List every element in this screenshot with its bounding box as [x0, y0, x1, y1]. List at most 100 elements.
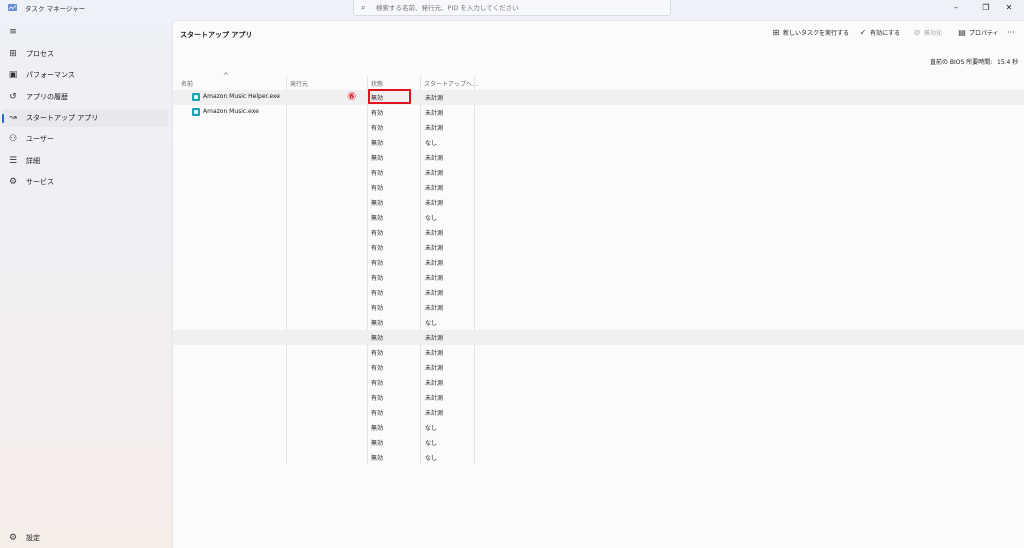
startup-impact-cell: なし	[425, 215, 438, 222]
restore-button[interactable]: ❐	[976, 1, 996, 14]
settings-icon: ⚙	[8, 533, 18, 543]
sidebar-item-users[interactable]: ⚇ ユーザー	[2, 130, 168, 148]
sidebar-item-app-history[interactable]: ↺ アプリの履歴	[2, 88, 168, 106]
status-cell: 有効	[371, 170, 384, 177]
startup-impact-cell: なし	[425, 440, 438, 447]
startup-impact-cell: 未計測	[425, 410, 444, 417]
sidebar-item-startup-apps[interactable]: ↝ スタートアップ アプリ	[2, 109, 168, 127]
status-cell: 有効	[371, 350, 384, 357]
hamburger-icon: ≡	[9, 27, 17, 37]
table-row[interactable]: 有効 未計測	[173, 375, 1024, 390]
sidebar-item-label: 設定	[26, 534, 40, 542]
table-row[interactable]: 有効 未計測	[173, 255, 1024, 270]
highlight-box	[368, 89, 411, 104]
sidebar-item-label: 詳細	[26, 157, 40, 165]
enable-button[interactable]: ✓ 有効にする	[858, 28, 900, 42]
search-box[interactable]: ⌕	[353, 0, 671, 16]
search-input[interactable]	[376, 3, 666, 13]
startup-impact-cell: 未計測	[425, 275, 444, 282]
column-header-startup-impact[interactable]: スタートアップへ...	[424, 79, 478, 88]
status-cell: 無効	[371, 200, 384, 207]
disable-button[interactable]: ⊘ 無効化	[912, 28, 942, 42]
table-row[interactable]: 無効 なし	[173, 450, 1024, 465]
details-icon: ☰	[8, 156, 18, 166]
sidebar-item-details[interactable]: ☰ 詳細	[2, 152, 168, 170]
status-cell: 有効	[371, 410, 384, 417]
table-row[interactable]: 無効 未計測	[173, 330, 1024, 345]
table-row[interactable]: 無効 未計測	[173, 195, 1024, 210]
startup-impact-cell: 未計測	[425, 350, 444, 357]
startup-impact-cell: 未計測	[425, 185, 444, 192]
more-icon: ···	[1007, 28, 1015, 37]
close-button[interactable]: ✕	[999, 1, 1019, 14]
app-name: Amazon Music.exe	[203, 108, 259, 115]
table-row[interactable]: Amazon Music Helper.exe 無効 未計測	[173, 90, 1024, 105]
column-header-name[interactable]: 名前	[181, 79, 193, 88]
task-manager-icon	[8, 4, 17, 11]
startup-impact-cell: 未計測	[425, 305, 444, 312]
sidebar-item-settings[interactable]: ⚙ 設定	[2, 529, 168, 547]
performance-icon: ▣	[8, 70, 18, 80]
sort-up-icon: ^	[223, 72, 229, 80]
table-row[interactable]: 有効 未計測	[173, 285, 1024, 300]
startup-impact-cell: 未計測	[425, 155, 444, 162]
startup-impact-cell: 未計測	[425, 395, 444, 402]
table-row[interactable]: 有効 未計測	[173, 120, 1024, 135]
sidebar-item-services[interactable]: ⚙ サービス	[2, 173, 168, 191]
properties-icon: ▤	[958, 28, 966, 37]
title-bar: タスク マネージャー ⌕ – ❐ ✕	[0, 0, 1024, 16]
column-header-publisher[interactable]: 発行元	[290, 79, 308, 88]
status-cell: 有効	[371, 125, 384, 132]
table-row[interactable]: 有効 未計測	[173, 180, 1024, 195]
app-name: Amazon Music Helper.exe	[203, 93, 280, 100]
sidebar-item-label: プロセス	[26, 50, 54, 58]
startup-impact-cell: 未計測	[425, 290, 444, 297]
startup-impact-cell: 未計測	[425, 335, 444, 342]
table-row[interactable]: 有効 未計測	[173, 300, 1024, 315]
main-panel: スタートアップ アプリ ⊞ 新しいタスクを実行する ✓ 有効にする ⊘ 無効化 ▤ プロ…	[172, 20, 1024, 548]
status-cell: 有効	[371, 185, 384, 192]
table-row[interactable]: Amazon Music.exe 有効 未計測	[173, 105, 1024, 120]
table-row[interactable]: 無効 なし	[173, 210, 1024, 225]
app-title: タスク マネージャー	[25, 5, 86, 13]
table-row[interactable]: 有効 未計測	[173, 390, 1024, 405]
table-row[interactable]: 有効 未計測	[173, 360, 1024, 375]
run-new-task-button[interactable]: ⊞ 新しいタスクを実行する	[771, 28, 849, 42]
table-row[interactable]: 有効 未計測	[173, 165, 1024, 180]
table-row[interactable]: 無効 なし	[173, 420, 1024, 435]
startup-impact-cell: 未計測	[425, 95, 444, 102]
status-cell: 無効	[371, 425, 384, 432]
new-task-icon: ⊞	[772, 28, 780, 37]
sidebar-item-label: サービス	[26, 178, 54, 186]
status-cell: 有効	[371, 230, 384, 237]
services-icon: ⚙	[8, 177, 18, 187]
table-row[interactable]: 有効 未計測	[173, 225, 1024, 240]
amazon-music-icon	[192, 108, 200, 116]
startup-impact-cell: 未計測	[425, 365, 444, 372]
minimize-button[interactable]: –	[946, 1, 966, 14]
startup-impact-cell: 未計測	[425, 170, 444, 177]
bios-time-value: 15.4 秒	[997, 59, 1019, 66]
menu-toggle-button[interactable]: ≡	[2, 23, 168, 41]
sidebar-item-processes[interactable]: ⊞ プロセス	[2, 45, 168, 63]
more-options-button[interactable]: ···	[1005, 28, 1015, 42]
table-row[interactable]: 無効 なし	[173, 315, 1024, 330]
startup-impact-cell: なし	[425, 455, 438, 462]
sidebar-item-label: ユーザー	[26, 135, 54, 143]
status-cell: 有効	[371, 395, 384, 402]
table-row[interactable]: 無効 なし	[173, 135, 1024, 150]
status-cell: 有効	[371, 290, 384, 297]
startup-icon: ↝	[9, 113, 17, 123]
table-row[interactable]: 有効 未計測	[173, 240, 1024, 255]
table-row[interactable]: 有効 未計測	[173, 345, 1024, 360]
status-cell: 無効	[371, 440, 384, 447]
column-header-status[interactable]: 状態	[371, 79, 383, 88]
table-row[interactable]: 無効 なし	[173, 435, 1024, 450]
properties-button[interactable]: ▤ プロパティ	[957, 28, 998, 42]
enable-label: 有効にする	[870, 30, 901, 37]
table-row[interactable]: 有効 未計測	[173, 405, 1024, 420]
sidebar-item-performance[interactable]: ▣ パフォーマンス	[2, 66, 168, 84]
startup-impact-cell: 未計測	[425, 230, 444, 237]
table-row[interactable]: 有効 未計測	[173, 270, 1024, 285]
table-row[interactable]: 無効 未計測	[173, 150, 1024, 165]
